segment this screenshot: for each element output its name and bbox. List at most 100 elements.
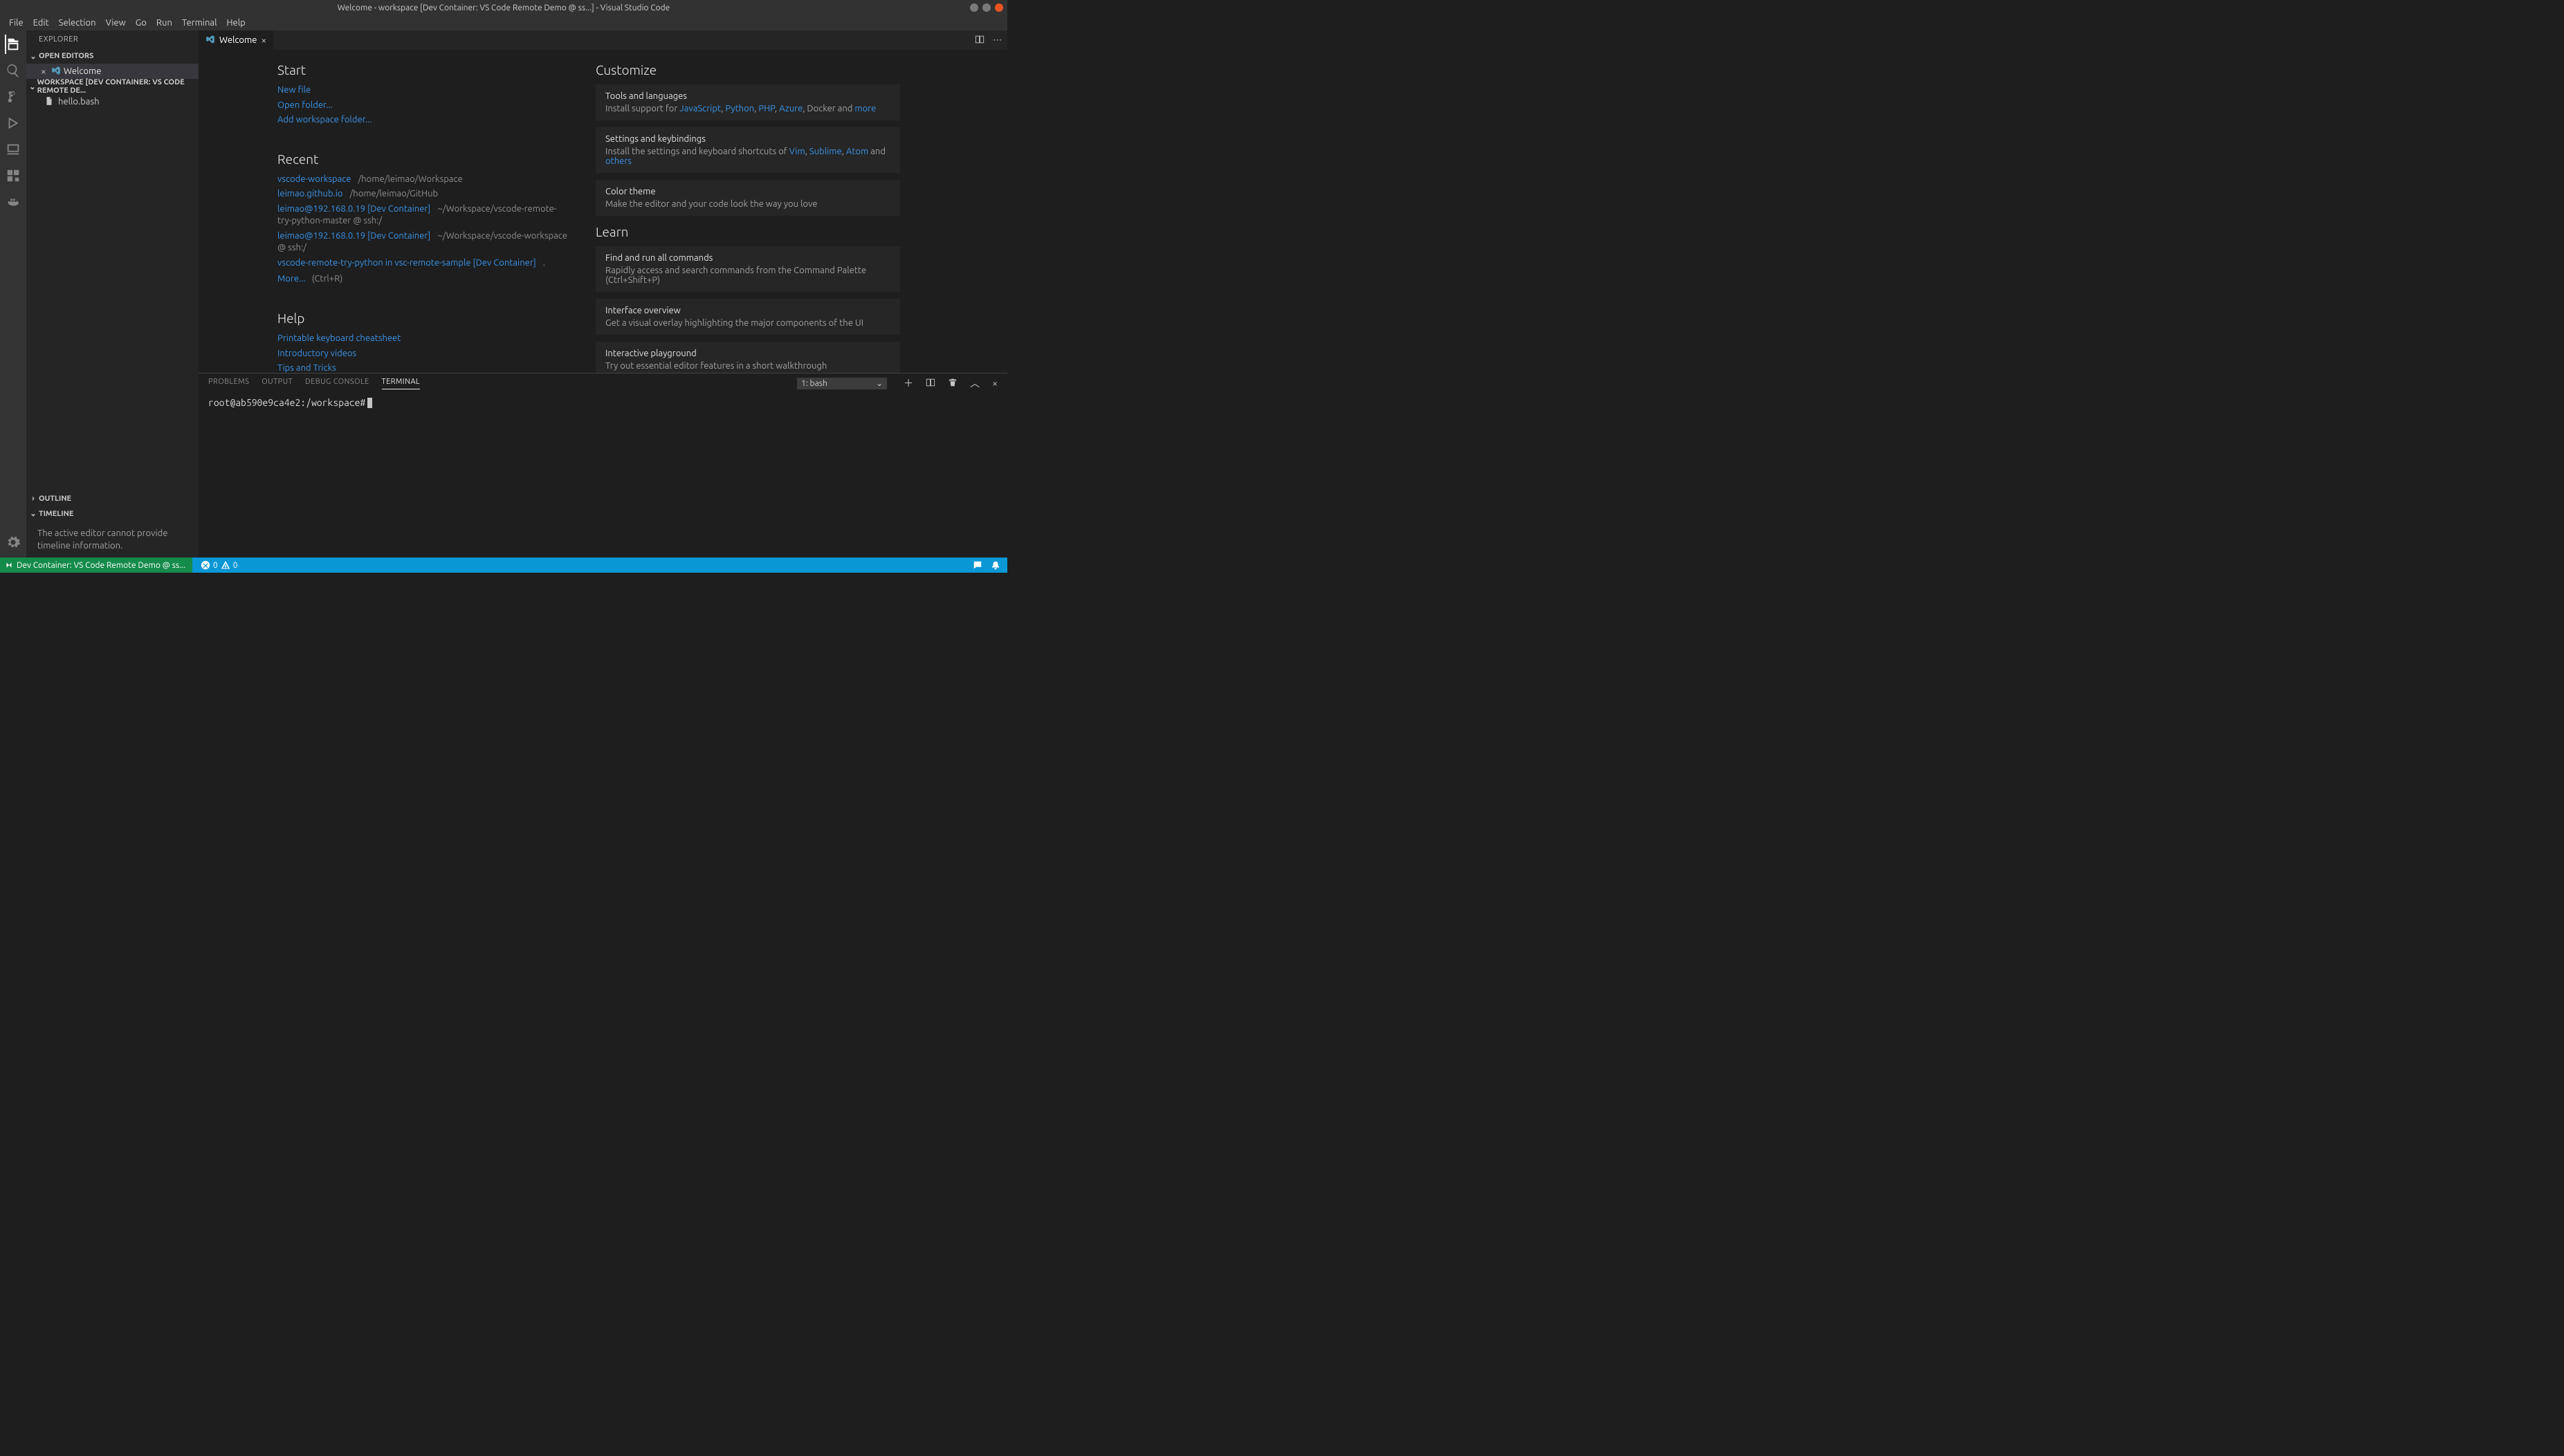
close-panel-icon[interactable]: × <box>992 378 998 389</box>
tab-welcome[interactable]: Welcome × <box>199 30 274 50</box>
card-command-palette[interactable]: Find and run all commands Rapidly access… <box>596 246 900 292</box>
menu-help[interactable]: Help <box>221 17 250 29</box>
menu-terminal[interactable]: Terminal <box>177 17 222 29</box>
open-editors-label: OPEN EDITORS <box>39 52 93 60</box>
activity-bar <box>0 30 26 557</box>
outline-header[interactable]: › OUTLINE <box>26 491 199 506</box>
chevron-down-icon: ⌄ <box>29 52 37 61</box>
card-interface-overview[interactable]: Interface overview Get a visual overlay … <box>596 299 900 335</box>
workspace-file-name: hello.bash <box>58 97 100 107</box>
status-problems[interactable]: 0 0 <box>201 560 238 570</box>
learn-heading: Learn <box>596 224 900 239</box>
editor-tabs: Welcome × ⋯ <box>199 30 1007 50</box>
menu-selection[interactable]: Selection <box>54 17 101 29</box>
panel-tab-terminal[interactable]: TERMINAL <box>382 378 420 389</box>
status-bell-icon[interactable] <box>991 560 1000 570</box>
menu-bar: File Edit Selection View Go Run Terminal… <box>0 15 1007 30</box>
status-warnings-count: 0 <box>233 561 238 570</box>
vscode-icon <box>205 35 215 46</box>
add-workspace-folder-link[interactable]: Add workspace folder... <box>277 115 372 125</box>
file-icon <box>44 96 54 108</box>
activity-remote-icon[interactable] <box>5 141 21 158</box>
card-desc: Make the editor and your code look the w… <box>605 199 890 209</box>
menu-edit[interactable]: Edit <box>28 17 54 29</box>
card-title: Interactive playground <box>605 349 890 358</box>
keymap-link[interactable]: Atom <box>846 147 868 156</box>
more-actions-icon[interactable]: ⋯ <box>993 35 1002 46</box>
remote-indicator[interactable]: Dev Container: VS Code Remote Demo @ ss.… <box>0 557 192 573</box>
new-terminal-icon[interactable]: ＋ <box>904 376 913 390</box>
activity-extensions-icon[interactable] <box>5 167 21 184</box>
activity-docker-icon[interactable] <box>5 194 21 210</box>
terminal-selector[interactable]: 1: bash <box>797 378 887 389</box>
split-editor-icon[interactable] <box>975 35 985 46</box>
close-editor-icon[interactable]: × <box>39 66 48 77</box>
sidebar-explorer: EXPLORER ⌄ OPEN EDITORS × Welcome ⌄ WORK… <box>26 30 199 557</box>
workspace-file-item[interactable]: hello.bash <box>26 94 199 109</box>
lang-link[interactable]: JavaScript <box>679 104 721 113</box>
activity-explorer-icon[interactable] <box>5 36 21 53</box>
minimize-button[interactable] <box>970 3 978 12</box>
recent-link[interactable]: vscode-remote-try-python in vsc-remote-s… <box>277 258 536 268</box>
recent-link[interactable]: vscode-workspace <box>277 174 351 184</box>
start-heading: Start <box>277 62 568 77</box>
help-link[interactable]: Introductory videos <box>277 349 356 358</box>
card-settings-keybindings[interactable]: Settings and keybindings Install the set… <box>596 127 900 173</box>
menu-go[interactable]: Go <box>131 17 152 29</box>
help-link[interactable]: Tips and Tricks <box>277 363 336 373</box>
maximize-panel-icon[interactable]: ︿ <box>970 376 980 390</box>
activity-run-icon[interactable] <box>5 115 21 131</box>
recent-path: /home/leimao/Workspace <box>358 174 462 184</box>
recent-link[interactable]: leimao@192.168.0.19 [Dev Container] <box>277 204 430 214</box>
timeline-header[interactable]: ⌄ TIMELINE <box>26 506 199 522</box>
lang-link[interactable]: Azure <box>779 104 803 113</box>
menu-file[interactable]: File <box>4 17 28 29</box>
recent-link[interactable]: leimao.github.io <box>277 189 342 199</box>
card-color-theme[interactable]: Color theme Make the editor and your cod… <box>596 180 900 216</box>
activity-search-icon[interactable] <box>5 62 21 79</box>
split-terminal-icon[interactable] <box>926 378 935 389</box>
others-link[interactable]: others <box>605 156 632 166</box>
card-desc: Install the settings and keyboard shortc… <box>605 147 890 166</box>
panel-tab-debug-console[interactable]: DEBUG CONSOLE <box>305 378 369 389</box>
workspace-header[interactable]: ⌄ WORKSPACE [DEV CONTAINER: VS CODE REMO… <box>26 79 199 94</box>
start-section: Start New file Open folder... Add worksp… <box>277 62 568 127</box>
panel-tab-output[interactable]: OUTPUT <box>262 378 293 389</box>
sidebar-title: EXPLORER <box>26 30 199 48</box>
activity-scm-icon[interactable] <box>5 89 21 105</box>
window-controls <box>970 3 1003 12</box>
menu-run[interactable]: Run <box>152 17 177 29</box>
open-editors-header[interactable]: ⌄ OPEN EDITORS <box>26 48 199 64</box>
help-section: Help Printable keyboard cheatsheet Intro… <box>277 311 568 373</box>
card-title: Find and run all commands <box>605 253 890 263</box>
more-recent-link[interactable]: More... <box>277 274 306 284</box>
kill-terminal-icon[interactable] <box>948 378 958 389</box>
recent-link[interactable]: leimao@192.168.0.19 [Dev Container] <box>277 231 430 241</box>
new-file-link[interactable]: New file <box>277 85 311 95</box>
open-editor-item[interactable]: × Welcome <box>26 64 199 79</box>
card-interactive-playground[interactable]: Interactive playground Try out essential… <box>596 342 900 373</box>
close-tab-icon[interactable]: × <box>261 35 266 46</box>
keymap-link[interactable]: Sublime <box>809 147 842 156</box>
menu-view[interactable]: View <box>101 17 131 29</box>
lang-link[interactable]: Python <box>725 104 754 113</box>
panel-tab-problems[interactable]: PROBLEMS <box>208 378 249 389</box>
open-folder-link[interactable]: Open folder... <box>277 100 333 110</box>
keymap-link[interactable]: Vim <box>789 147 805 156</box>
welcome-page: Start New file Open folder... Add worksp… <box>199 50 1007 373</box>
status-bar: Dev Container: VS Code Remote Demo @ ss.… <box>0 557 1007 573</box>
more-link[interactable]: more <box>854 104 876 113</box>
timeline-message: The active editor cannot provide timelin… <box>26 522 199 557</box>
outline-label: OUTLINE <box>39 495 71 503</box>
vscode-icon <box>51 66 61 77</box>
activity-settings-icon[interactable] <box>5 534 21 551</box>
card-tools-languages[interactable]: Tools and languages Install support for … <box>596 84 900 120</box>
close-window-button[interactable] <box>995 3 1003 12</box>
terminal[interactable]: root@ab590e9ca4e2:/workspace# <box>199 393 1007 557</box>
help-link[interactable]: Printable keyboard cheatsheet <box>277 333 401 343</box>
maximize-button[interactable] <box>982 3 991 12</box>
status-feedback-icon[interactable] <box>973 560 982 570</box>
chevron-right-icon: › <box>29 495 37 503</box>
lang-link[interactable]: PHP <box>758 104 775 113</box>
customize-heading: Customize <box>596 62 900 77</box>
